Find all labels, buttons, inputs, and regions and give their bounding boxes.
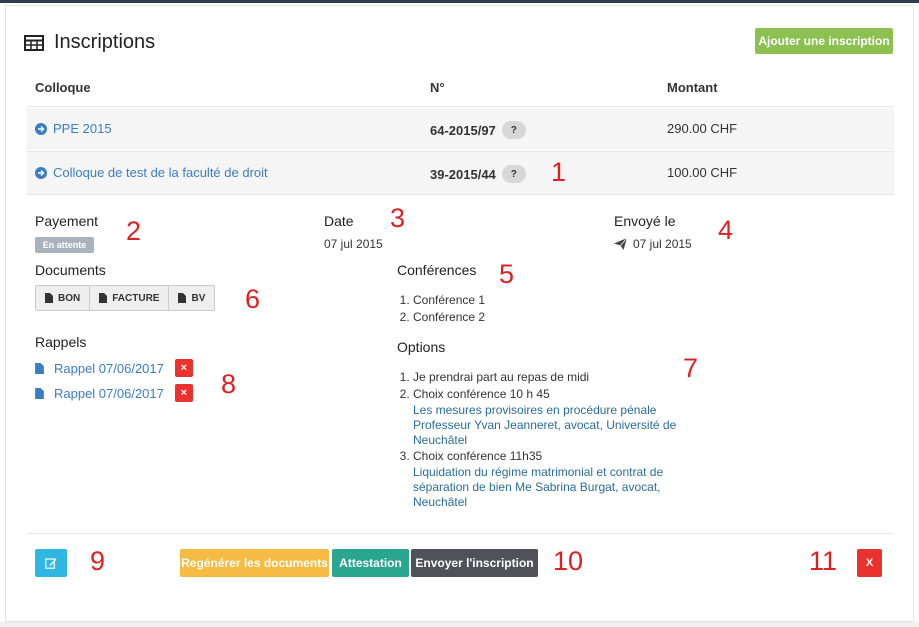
delete-rappel-button[interactable]: × [174,359,193,377]
conferences-list: Conférence 1 Conférence 2 [398,292,485,326]
rappel-item: Rappel 07/06/2017 × [35,384,193,402]
rappel-link[interactable]: Rappel 07/06/2017 [54,386,164,401]
date-value: 07 jul 2015 [324,237,383,251]
bottom-border [0,622,919,627]
add-inscription-button[interactable]: Ajouter une inscription [755,28,893,54]
row-colloque-link[interactable]: PPE 2015 [35,121,112,136]
annotation-number: 6 [245,284,261,314]
arrow-circle-right-icon [35,166,47,179]
numero-text: 64-2015/97 [430,122,496,138]
option-text: Choix conférence 10 h 45 [413,387,550,401]
header-colloque: Colloque [35,80,91,95]
row-montant: 100.00 CHF [667,165,738,180]
arrow-circle-right-icon [35,122,47,135]
annotation-number: 2 [126,216,142,246]
regenerate-documents-button[interactable]: Regénérer les documents [180,549,329,577]
file-icon [45,293,53,303]
list-item: Choix conférence 11h35 Liquidation du ré… [413,448,708,510]
list-item: Je prendrai part au repas de midi [413,369,708,386]
table-icon [24,34,44,51]
option-detail: Les mesures provisoires en procédure pén… [413,403,677,447]
document-facture-button[interactable]: FACTURE [90,286,170,310]
delete-inscription-button[interactable]: X [857,549,882,577]
header-montant: Montant [667,80,718,95]
annotation-number: 7 [683,353,699,383]
colloque-name: PPE 2015 [53,121,112,136]
paper-plane-icon [614,238,627,250]
document-facture-label: FACTURE [112,292,160,304]
options-label: Options [397,339,446,355]
option-detail: Liquidation du régime matrimonial et con… [413,465,664,509]
edit-button[interactable] [35,549,67,577]
annotation-number: 8 [221,369,237,399]
options-list: Je prendrai part au repas de midi Choix … [398,369,708,510]
payement-label: Payement [35,213,99,229]
page-title: Inscriptions [24,31,155,54]
document-bon-label: BON [58,292,81,304]
list-item: Choix conférence 10 h 45 Les mesures pro… [413,386,708,448]
annotation-number: 10 [553,546,584,576]
edit-icon [45,558,57,569]
annotation-number: 1 [551,157,567,187]
top-border [0,0,919,3]
payement-status-badge: En attente [35,237,94,253]
file-icon [35,362,44,374]
annotation-number: 9 [90,546,106,576]
colloque-name: Colloque de test de la faculté de droit [53,165,268,180]
actions-divider [27,533,894,534]
file-icon [35,387,44,399]
rappels-label: Rappels [35,334,87,350]
help-badge[interactable]: ? [501,121,526,139]
envoye-value-wrap: 07 jul 2015 [614,237,692,251]
option-text: Choix conférence 11h35 [413,449,543,463]
envoye-value: 07 jul 2015 [633,237,692,251]
file-icon [178,293,187,303]
documents-label: Documents [35,262,106,278]
row-numero: 64-2015/97 ? [430,121,526,139]
annotation-number: 11 [809,546,838,576]
file-icon [99,293,108,303]
envoye-label: Envoyé le [614,213,676,229]
row-montant: 290.00 CHF [667,121,738,136]
table-header-divider [27,106,894,107]
attestation-button[interactable]: Attestation [332,549,409,577]
documents-button-group: BON FACTURE BV [35,285,216,311]
document-bon-button[interactable]: BON [36,286,91,310]
row-colloque-link[interactable]: Colloque de test de la faculté de droit [35,165,268,180]
row-divider [27,194,894,195]
page-title-text: Inscriptions [54,31,156,53]
conferences-label: Conférences [397,262,477,278]
date-label: Date [324,213,354,229]
annotation-number: 4 [718,215,734,245]
list-item: Conférence 2 [413,309,485,326]
header-numero: N° [430,80,445,95]
rappel-item: Rappel 07/06/2017 × [35,359,193,377]
annotation-number: 3 [390,203,406,233]
rappel-link[interactable]: Rappel 07/06/2017 [54,361,164,376]
annotation-number: 5 [499,259,515,289]
list-item: Conférence 1 [413,292,485,309]
numero-text: 39-2015/44 [430,166,496,182]
document-bv-button[interactable]: BV [169,286,214,310]
document-bv-label: BV [191,292,206,304]
send-inscription-button[interactable]: Envoyer l'inscription [411,549,538,577]
help-badge[interactable]: ? [501,165,526,183]
row-numero: 39-2015/44 ? [430,165,526,183]
delete-rappel-button[interactable]: × [174,384,193,402]
option-text: Je prendrai part au repas de midi [413,370,590,384]
